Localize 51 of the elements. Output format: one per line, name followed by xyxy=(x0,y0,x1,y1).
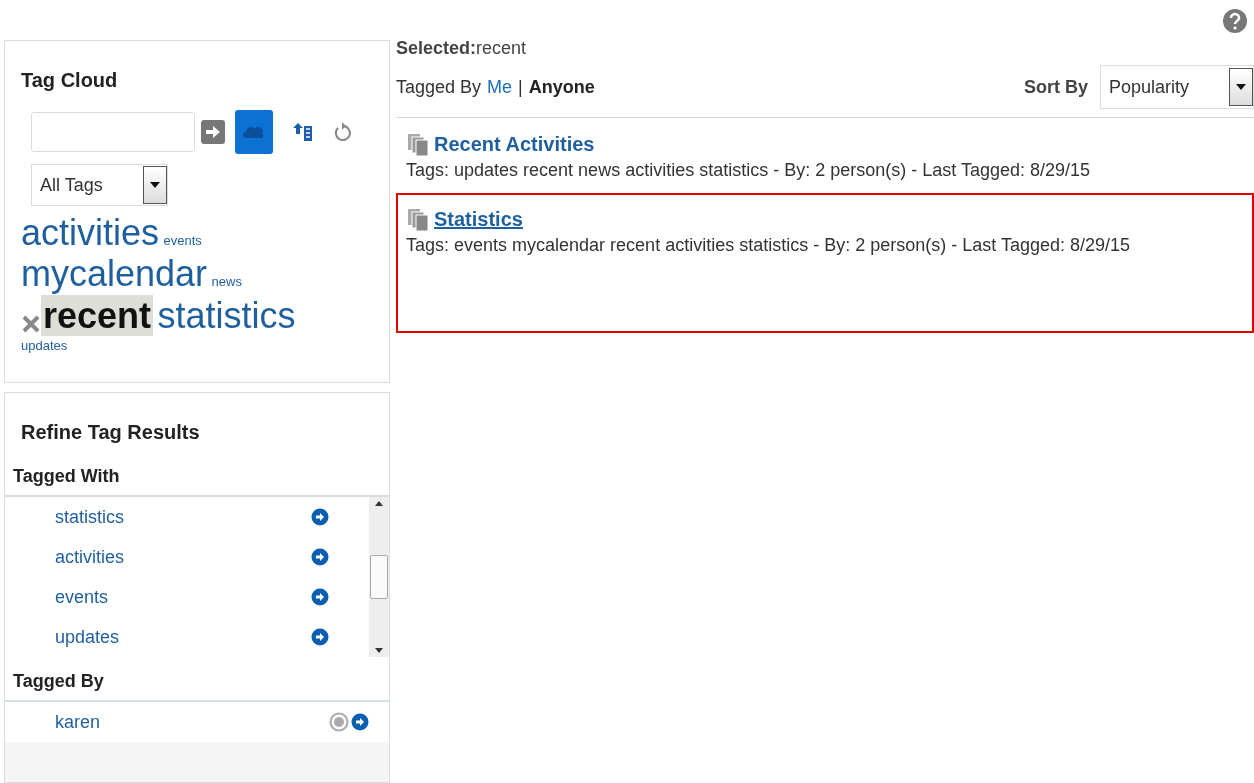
scroll-down-icon[interactable] xyxy=(375,648,383,653)
tag-filter-dropdown[interactable]: All Tags xyxy=(31,164,168,206)
filter-option[interactable]: Me xyxy=(487,77,513,98)
remove-icon[interactable] xyxy=(21,313,41,334)
list-sort-button[interactable] xyxy=(293,123,313,141)
result-link[interactable]: Recent Activities xyxy=(434,132,595,156)
arrow-circle-icon[interactable] xyxy=(311,628,329,646)
tag-link[interactable]: activities xyxy=(55,546,125,568)
result-link[interactable]: Statistics xyxy=(434,207,523,231)
refresh-button[interactable] xyxy=(333,122,353,142)
scroll-up-icon[interactable] xyxy=(375,501,383,506)
sort-label: Sort By xyxy=(1024,76,1088,98)
arrow-circle-icon[interactable] xyxy=(351,713,369,731)
section-heading: Tagged By xyxy=(5,671,389,702)
tag-link[interactable]: updates xyxy=(21,338,68,354)
caret-icon xyxy=(150,182,160,188)
filter-option[interactable]: Anyone xyxy=(528,77,595,98)
section-heading: Tagged With xyxy=(5,466,389,497)
panel-title: Tag Cloud xyxy=(21,69,119,92)
arrow-circle-icon[interactable] xyxy=(311,508,329,526)
arrow-circle-icon[interactable] xyxy=(311,588,329,606)
user-link[interactable]: karen xyxy=(55,711,101,733)
tag-link[interactable]: statistics xyxy=(55,506,124,528)
arrow-right-icon xyxy=(205,125,221,139)
tagged-by-label: Tagged By xyxy=(396,77,482,98)
result-details: Tags: updates recent news activities statistics - By: 2 person(s) - Last Tagged: 8/29/15 xyxy=(406,160,1091,181)
tag-link[interactable]: news xyxy=(211,274,242,290)
arrow-circle-icon[interactable] xyxy=(311,548,329,566)
radio-icon[interactable] xyxy=(329,712,349,732)
tag-link[interactable]: mycalendar xyxy=(21,253,208,295)
tag-link[interactable]: events xyxy=(163,233,202,248)
filter-value: All Tags xyxy=(40,174,103,196)
tag-link[interactable]: updates xyxy=(55,626,120,648)
tag-search-field[interactable] xyxy=(31,112,195,152)
caret-icon xyxy=(1236,84,1246,90)
separator: | xyxy=(518,77,523,98)
cloud-icon xyxy=(243,126,265,138)
tag-link[interactable]: statistics xyxy=(157,294,296,336)
selected-tag-label: Selected:recent xyxy=(396,38,528,59)
sort-value: Popularity xyxy=(1109,76,1190,98)
go-button[interactable] xyxy=(201,120,225,144)
sort-dropdown[interactable]: Popularity xyxy=(1100,65,1254,109)
tag-link[interactable]: recent xyxy=(41,294,154,336)
help-icon[interactable] xyxy=(1222,8,1248,34)
panel-title: Refine Tag Results xyxy=(20,421,201,444)
tag-link[interactable]: activities xyxy=(21,212,160,253)
result-details: Tags: events mycalendar recent activities statistics - By: 2 person(s) - Last Tagged: 8/29/15 xyxy=(406,235,1131,256)
documents-icon xyxy=(406,207,430,231)
documents-icon xyxy=(406,132,430,156)
tag-link[interactable]: events xyxy=(55,586,109,608)
scrollbar[interactable] xyxy=(369,497,389,657)
